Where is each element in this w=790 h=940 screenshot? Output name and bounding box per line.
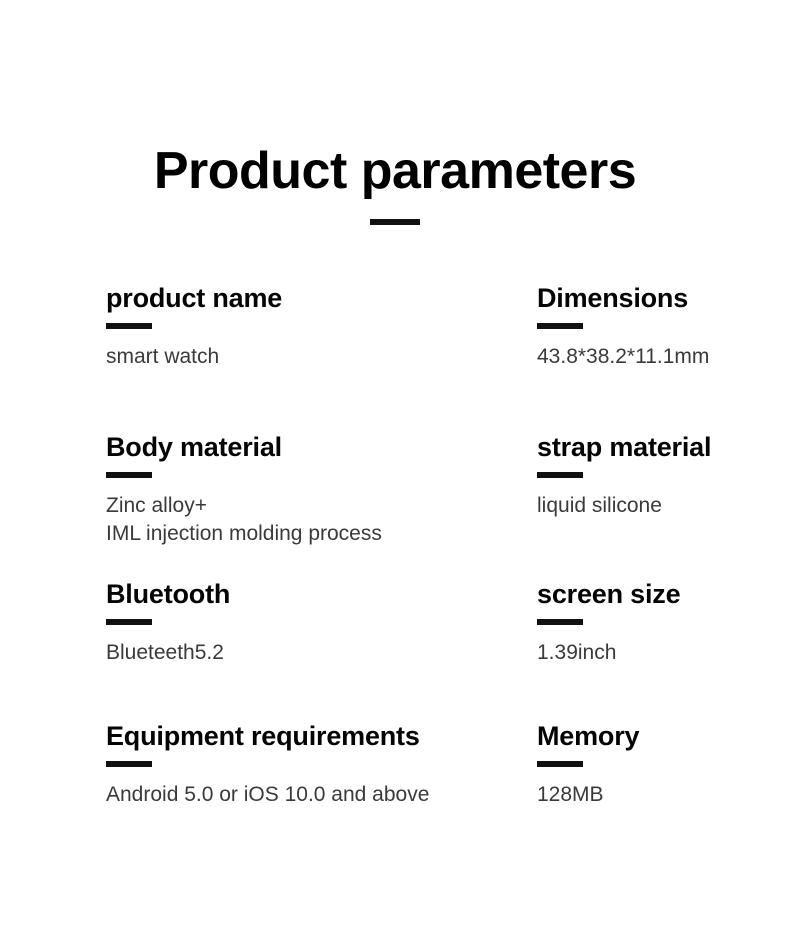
parameter-accent-rule (106, 760, 152, 767)
parameter-label: Body material (106, 432, 282, 462)
parameter-value: Zinc alloy+ IML injection molding proces… (106, 493, 382, 546)
parameter-value: Blueteeth5.2 (106, 640, 224, 664)
parameter-item: Dimensions 43.8*38.2*11.1mm (537, 283, 710, 371)
page-title: Product parameters (153, 142, 637, 200)
parameter-value: 1.39inch (537, 640, 617, 664)
parameter-label: screen size (537, 579, 681, 609)
parameter-item: Equipment requirements Android 5.0 or iOS… (106, 721, 430, 809)
parameter-item: Memory 128MB (537, 721, 640, 809)
title-accent-rule (370, 219, 420, 226)
product-parameters-sheet: Product parameters product name smart wat… (0, 0, 790, 940)
parameter-accent-rule (106, 322, 152, 329)
parameter-value: 128MB (537, 782, 604, 806)
parameter-accent-rule (106, 618, 152, 625)
parameter-value: 43.8*38.2*11.1mm (537, 344, 710, 368)
parameter-item: Body material Zinc alloy+ IML injection m… (106, 432, 382, 548)
parameter-label: Equipment requirements (106, 721, 420, 751)
parameter-label: Dimensions (537, 283, 689, 313)
parameter-item: product name smart watch (106, 283, 283, 371)
parameter-label: Bluetooth (106, 579, 231, 609)
parameter-value: Android 5.0 or iOS 10.0 and above (106, 782, 430, 806)
page-header: Product parameters (0, 142, 790, 226)
parameter-item: strap material liquid silicone (537, 432, 712, 520)
parameter-label: Memory (537, 721, 640, 751)
parameter-label: product name (106, 283, 283, 313)
parameter-accent-rule (106, 471, 152, 478)
parameter-value: liquid silicone (537, 493, 662, 517)
parameter-accent-rule (537, 471, 583, 478)
parameter-label: strap material (537, 432, 712, 462)
parameter-item: screen size 1.39inch (537, 579, 681, 667)
parameter-accent-rule (537, 760, 583, 767)
parameter-value: smart watch (106, 344, 220, 368)
parameter-item: Bluetooth Blueteeth5.2 (106, 579, 231, 667)
parameter-accent-rule (537, 618, 583, 625)
parameter-accent-rule (537, 322, 583, 329)
